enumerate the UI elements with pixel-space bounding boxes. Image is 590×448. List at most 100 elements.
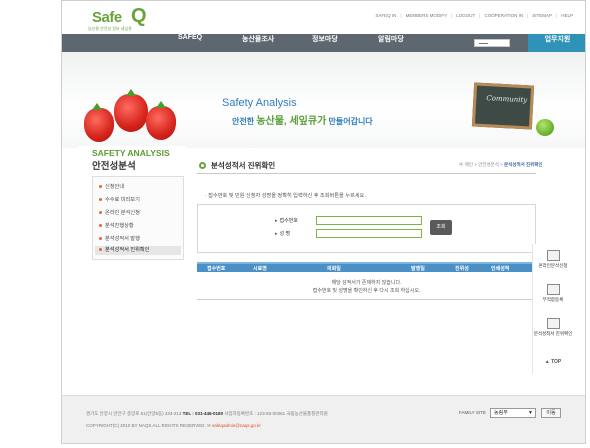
util-safeq-in[interactable]: SAFEQ IN [375, 13, 396, 18]
util-cooperation-in[interactable]: COOPERATION IN [484, 13, 523, 18]
apple-image [536, 119, 554, 136]
bullet-icon [99, 224, 102, 228]
quick-label: 부적합등록 [542, 297, 564, 302]
nav-info[interactable]: 정보마당 [312, 34, 338, 52]
sidebar-item-label: 신청안내 [105, 184, 125, 190]
community-label: Community [486, 94, 528, 105]
address-text: 경기도 안양시 만안구 중앙로 51(안양5동) 433-213 [86, 411, 183, 416]
breadcrumb: ▣ 메인 > 안전성분석 > 분석성적서 진위확인 [459, 162, 543, 167]
logo[interactable]: Safe Q 농산물 안전성 정보 세잎큐 [86, 5, 166, 33]
banner-title-ko-pre: 안전한 [232, 117, 257, 126]
chevron-down-icon: ▼ [528, 410, 533, 416]
name-label: 성 명 [275, 230, 291, 237]
col-print: 인쇄성적 [491, 266, 510, 272]
page-header: 분석성적서 진위확인 ▣ 메인 > 안전성분석 > 분석성적서 진위확인 [197, 160, 543, 174]
quick-nonconformity[interactable]: 부적합등록 [533, 284, 573, 303]
nav-produce-survey[interactable]: 농산물조사 [242, 34, 274, 52]
leaf-image [156, 101, 166, 108]
bullet-icon [99, 185, 102, 189]
nav-safeq[interactable]: SAFEQ [178, 34, 202, 52]
title-bullet-icon [199, 162, 206, 169]
sidebar-item-guide[interactable]: 신청안내 [99, 183, 124, 190]
utility-nav: SAFEQ IN | MEMBERS MODIFY | LOGOUT | COOPER… [375, 13, 573, 18]
nav-search-box[interactable] [474, 39, 510, 47]
quick-label: 분석성적서 진위확인 [533, 331, 573, 336]
col-sample-name: 시료명 [253, 266, 267, 272]
name-input[interactable] [316, 229, 422, 238]
breadcrumb-home[interactable]: 메인 [465, 162, 473, 167]
sidebar-item-label: 온라인 분석신청 [105, 210, 140, 216]
sidebar-item-label: 분석진행상황 [105, 223, 134, 229]
util-sitemap[interactable]: SITEMAP [532, 13, 552, 18]
banner-title-ko-post: 만들어갑니다 [326, 117, 373, 126]
hero-banner: Safety Analysis 안전한 농산물, 세잎큐가 만들어갑니다 Com… [62, 52, 585, 148]
community-board[interactable]: Community [471, 82, 535, 130]
table-bottom-divider [197, 299, 536, 300]
util-members-modify[interactable]: MEMBERS MODIFY [406, 13, 448, 18]
quick-verify-report[interactable]: 분석성적서 진위확인 [533, 318, 573, 337]
bullet-icon [99, 237, 102, 241]
sidebar-title-en: SAFETY ANALYSIS [92, 148, 170, 158]
logo-word: Safe [92, 9, 122, 26]
copyright-text: COPYRIGHT(C) 2010 BY NAQS ALL RIGHTS RES… [86, 423, 207, 428]
lookup-button[interactable]: 조회 [430, 220, 452, 235]
quick-online-request[interactable]: 온라인분석신청 [533, 250, 573, 269]
strawberry-image [146, 106, 176, 140]
strawberry-image [114, 94, 148, 132]
util-help[interactable]: HELP [561, 13, 573, 18]
chart-icon [546, 250, 560, 261]
empty-message: 해당 성적서가 존재하지 않습니다. 접수번호 및 성명을 확인하신 후 다시 … [197, 279, 536, 295]
banner-title-ko: 안전한 농산물, 세잎큐가 만들어갑니다 [232, 112, 373, 127]
empty-line: 접수번호 및 성명을 확인하신 후 다시 조회 하십시오. [312, 288, 421, 294]
top-button[interactable]: ▲ TOP [539, 359, 567, 365]
top-label: TOP [551, 359, 562, 365]
sidebar-item-label: 수수료 미리보기 [105, 197, 140, 203]
col-authenticity: 진위성 [455, 266, 469, 272]
sidebar: SAFETY ANALYSIS 안전성분석 신청안내 수수료 미리보기 온라인 … [78, 146, 186, 262]
monitor-icon [546, 284, 560, 295]
page-title: 분석성적서 진위확인 [211, 161, 276, 170]
sidebar-item-report-issue[interactable]: 분석성적서 발행 [99, 235, 140, 242]
main-content: 분석성적서 진위확인 ▣ 메인 > 안전성분석 > 분석성적서 진위확인 · 접… [197, 151, 565, 311]
business-info: 사업자등록번호 : 123-83-00361 국립농산물품질관리원 [223, 411, 328, 416]
sidebar-title-ko: 안전성분석 [92, 161, 136, 172]
footer-copyright: COPYRIGHT(C) 2010 BY NAQS ALL RIGHTS RES… [86, 423, 261, 429]
nav-work-support[interactable]: 업무지원 [528, 34, 585, 52]
lookup-form: 접수번호 성 명 조회 [197, 204, 536, 253]
quick-menu: 온라인분석신청 부적합등록 분석성적서 진위확인 ▲ TOP [532, 244, 572, 374]
family-site-label: FAMILY SITE [459, 410, 486, 415]
admin-email-link[interactable]: safeqadmin@naqs.go.kr [212, 423, 261, 428]
logo-q: Q [131, 5, 147, 27]
logo-subtitle: 농산물 안전성 정보 세잎큐 [88, 26, 132, 31]
table-header: 접수번호 시료명 의뢰일 발행일 진위성 인쇄성적 [197, 262, 536, 272]
intro-text: · 접수번호 및 민원 신청자 성명을 정확히 입력하신 후 조회버튼을 누르세… [205, 193, 366, 199]
phone-number: TEL : 031-446-0180 [182, 411, 224, 416]
sidebar-item-label: 분석성적서 발행 [105, 236, 140, 242]
footer-address: 경기도 안양시 만안구 중앙로 51(안양5동) 433-213 TEL : 0… [86, 411, 328, 417]
breadcrumb-current: 분석성적서 진위확인 [504, 162, 543, 167]
leaf-image [92, 103, 102, 110]
util-logout[interactable]: LOGOUT [456, 13, 475, 18]
sidebar-item-verify[interactable]: 분석성적서 진위확인 [95, 246, 181, 255]
bullet-icon [99, 198, 102, 202]
bullet-icon [99, 248, 102, 252]
empty-line: 해당 성적서가 존재하지 않습니다. [331, 280, 402, 286]
family-site-select[interactable]: 농림부 ▼ [490, 408, 536, 418]
receipt-number-input[interactable] [316, 216, 422, 225]
banner-title-en: Safety Analysis [222, 97, 297, 109]
footer: 경기도 안양시 만안구 중앙로 51(안양5동) 433-213 TEL : 0… [62, 395, 585, 443]
breadcrumb-section[interactable]: 안전성분석 [478, 162, 499, 167]
bullet-icon [99, 211, 102, 215]
col-request-date: 의뢰일 [327, 266, 341, 272]
sidebar-item-progress[interactable]: 분석진행상황 [99, 222, 134, 229]
strawberry-image [84, 108, 114, 142]
col-issue-date: 발행일 [411, 266, 425, 272]
banner-title-ko-highlight: 농산물, 세잎큐가 [256, 116, 327, 127]
col-receipt-number: 접수번호 [207, 266, 226, 272]
sidebar-item-fee-preview[interactable]: 수수료 미리보기 [99, 196, 140, 203]
main-nav: SAFEQ 농산물조사 정보마당 알림마당 업무지원 [62, 34, 585, 52]
receipt-number-label: 접수번호 [275, 217, 298, 224]
sidebar-item-online-request[interactable]: 온라인 분석신청 [99, 209, 140, 216]
nav-notice[interactable]: 알림마당 [378, 34, 404, 52]
family-site-go-button[interactable]: 이동 [541, 408, 561, 418]
